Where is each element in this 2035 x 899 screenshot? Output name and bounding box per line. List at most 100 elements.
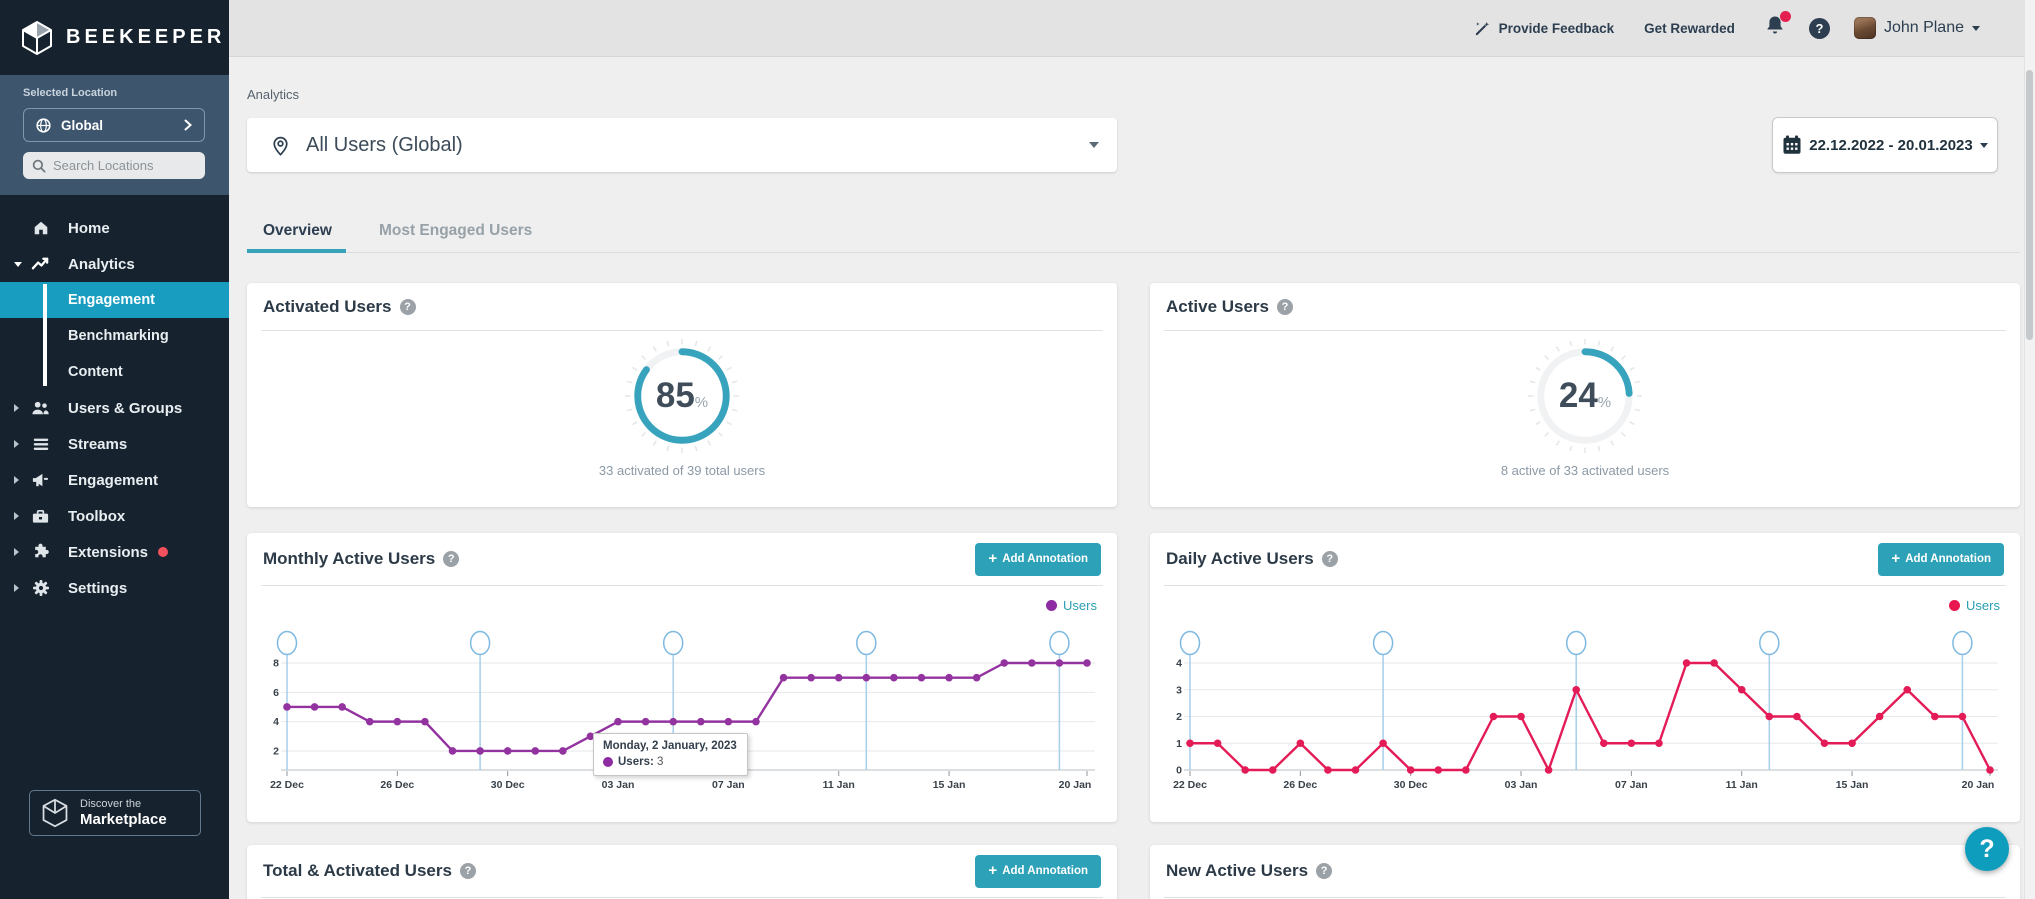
card-title: Daily Active Users xyxy=(1166,549,1314,568)
sidebar-item-benchmarking[interactable]: Benchmarking xyxy=(0,318,229,354)
header-help-icon[interactable]: ? xyxy=(1808,17,1830,39)
audience-selector-dropdown[interactable]: All Users (Global) xyxy=(247,118,1117,172)
floating-help-button[interactable]: ? xyxy=(1965,827,2009,871)
brand-logo: BEEKEEPER xyxy=(0,0,229,75)
sidebar-item-engagement[interactable]: Engagement xyxy=(0,462,229,498)
tooltip-series-dot xyxy=(603,757,613,767)
add-annotation-button[interactable]: + Add Annotation xyxy=(1878,542,2004,576)
location-panel: Selected Location Global xyxy=(0,75,229,195)
card-title: Activated Users xyxy=(263,296,392,316)
chevron-down-icon xyxy=(1089,142,1099,148)
activated-percent: 85 xyxy=(655,376,695,415)
card-title: Active Users xyxy=(1166,296,1270,316)
chart-legend: Users xyxy=(263,594,1101,616)
plus-icon: + xyxy=(988,862,998,879)
active-users-card: Active Users ? 24 % 8 active of 33 activ… xyxy=(1150,283,2020,507)
svg-text:0: 0 xyxy=(1176,765,1182,777)
users-icon xyxy=(31,399,50,418)
location-search xyxy=(23,152,205,179)
megaphone-icon xyxy=(31,471,50,490)
scrollbar-thumb[interactable] xyxy=(2026,70,2033,340)
daily-active-users-card: Daily Active Users ? + Add Annotation Use… xyxy=(1150,533,2020,822)
sidebar-item-analytics[interactable]: Analytics xyxy=(0,246,229,282)
sidebar-item-engagement-analytics[interactable]: Engagement xyxy=(0,282,229,318)
sidebar-item-home[interactable]: Home xyxy=(0,210,229,246)
sidebar-nav: Home Analytics Engagement Benchmarking C… xyxy=(0,210,229,606)
avatar xyxy=(1853,17,1876,39)
svg-text:03 Jan: 03 Jan xyxy=(1505,779,1538,791)
daily-active-users-chart: 0 1 2 3 4 22 Dec 26 Dec 30 Dec 03 Jan 07 Jan 11 Ja… xyxy=(1173,630,1998,791)
chart-tooltip: Monday, 2 January, 2023 Users: 3 xyxy=(593,733,748,776)
tab-overview[interactable]: Overview xyxy=(247,222,346,253)
get-rewarded-button[interactable]: Get Rewarded xyxy=(1644,21,1735,36)
location-global-button[interactable]: Global xyxy=(23,108,205,142)
calendar-icon xyxy=(1783,135,1801,154)
divider xyxy=(261,330,1103,331)
top-bar: Provide Feedback Get Rewarded ? John Pla… xyxy=(229,0,2035,57)
svg-text:2: 2 xyxy=(273,745,279,757)
globe-icon xyxy=(36,117,51,133)
svg-text:20 Jan: 20 Jan xyxy=(1962,779,1995,791)
plus-icon: + xyxy=(1891,550,1901,567)
help-icon[interactable]: ? xyxy=(1321,551,1338,567)
svg-text:3: 3 xyxy=(1176,684,1182,696)
add-annotation-button[interactable]: + Add Annotation xyxy=(975,542,1101,576)
chevron-down-icon xyxy=(1972,25,1980,31)
search-locations-input[interactable] xyxy=(53,158,193,173)
active-percent: 24 xyxy=(1558,376,1598,415)
chevron-right-icon xyxy=(14,512,19,520)
help-icon[interactable]: ? xyxy=(1316,863,1333,879)
notifications-button[interactable] xyxy=(1765,11,1791,41)
svg-text:2: 2 xyxy=(1176,711,1182,723)
svg-text:30 Dec: 30 Dec xyxy=(1394,779,1428,791)
svg-text:6: 6 xyxy=(273,687,279,699)
streams-icon xyxy=(31,435,50,454)
help-icon[interactable]: ? xyxy=(459,863,476,879)
svg-text:4: 4 xyxy=(273,716,279,728)
scrollbar-track xyxy=(2024,0,2035,899)
analytics-icon xyxy=(31,255,50,274)
chevron-down-icon xyxy=(1979,142,1988,148)
total-activated-users-card: Total & Activated Users ? + Add Annotatio… xyxy=(247,845,1117,899)
svg-text:07 Jan: 07 Jan xyxy=(1615,779,1648,791)
svg-text:22 Dec: 22 Dec xyxy=(1173,779,1207,791)
svg-text:30 Dec: 30 Dec xyxy=(491,779,525,791)
sidebar-item-settings[interactable]: Settings xyxy=(0,570,229,606)
legend-label: Users xyxy=(1063,597,1097,613)
notification-badge xyxy=(1779,11,1791,22)
user-name: John Plane xyxy=(1883,19,1964,36)
chevron-right-icon xyxy=(184,119,192,131)
sidebar-item-content[interactable]: Content xyxy=(0,354,229,390)
svg-text:15 Jan: 15 Jan xyxy=(1836,779,1869,791)
help-icon[interactable]: ? xyxy=(1277,298,1294,315)
sidebar-item-streams[interactable]: Streams xyxy=(0,426,229,462)
provide-feedback-button[interactable]: Provide Feedback xyxy=(1474,20,1614,37)
toolbox-icon xyxy=(31,507,50,526)
user-menu[interactable]: John Plane xyxy=(1853,17,1980,39)
sidebar-item-users-groups[interactable]: Users & Groups xyxy=(0,390,229,426)
percent-sign: % xyxy=(1597,393,1612,411)
tab-most-engaged-users[interactable]: Most Engaged Users xyxy=(363,222,546,253)
svg-text:26 Dec: 26 Dec xyxy=(380,779,414,791)
svg-text:8: 8 xyxy=(273,658,279,670)
chevron-down-icon xyxy=(14,261,22,267)
svg-text:11 Jan: 11 Jan xyxy=(1726,779,1758,791)
legend-dot xyxy=(1949,599,1961,611)
chevron-right-icon xyxy=(14,440,19,448)
location-pin-icon xyxy=(273,136,288,156)
brand-name: BEEKEEPER xyxy=(66,26,226,48)
analytics-subnav: Engagement Benchmarking Content xyxy=(0,282,229,390)
divider xyxy=(1164,897,2006,898)
sidebar-item-toolbox[interactable]: Toolbox xyxy=(0,498,229,534)
gear-icon xyxy=(31,579,50,598)
help-icon[interactable]: ? xyxy=(399,298,416,315)
divider xyxy=(1164,585,2006,586)
discover-marketplace-button[interactable]: Discover the Marketplace xyxy=(29,790,201,836)
svg-text:20 Jan: 20 Jan xyxy=(1059,779,1092,791)
add-annotation-button[interactable]: + Add Annotation xyxy=(975,854,1101,888)
sidebar-item-extensions[interactable]: Extensions xyxy=(0,534,229,570)
puzzle-icon xyxy=(31,543,50,562)
date-range-picker[interactable]: 22.12.2022 - 20.01.2023 xyxy=(1772,117,1998,173)
location-name: Global xyxy=(61,117,104,133)
help-icon[interactable]: ? xyxy=(443,551,460,567)
